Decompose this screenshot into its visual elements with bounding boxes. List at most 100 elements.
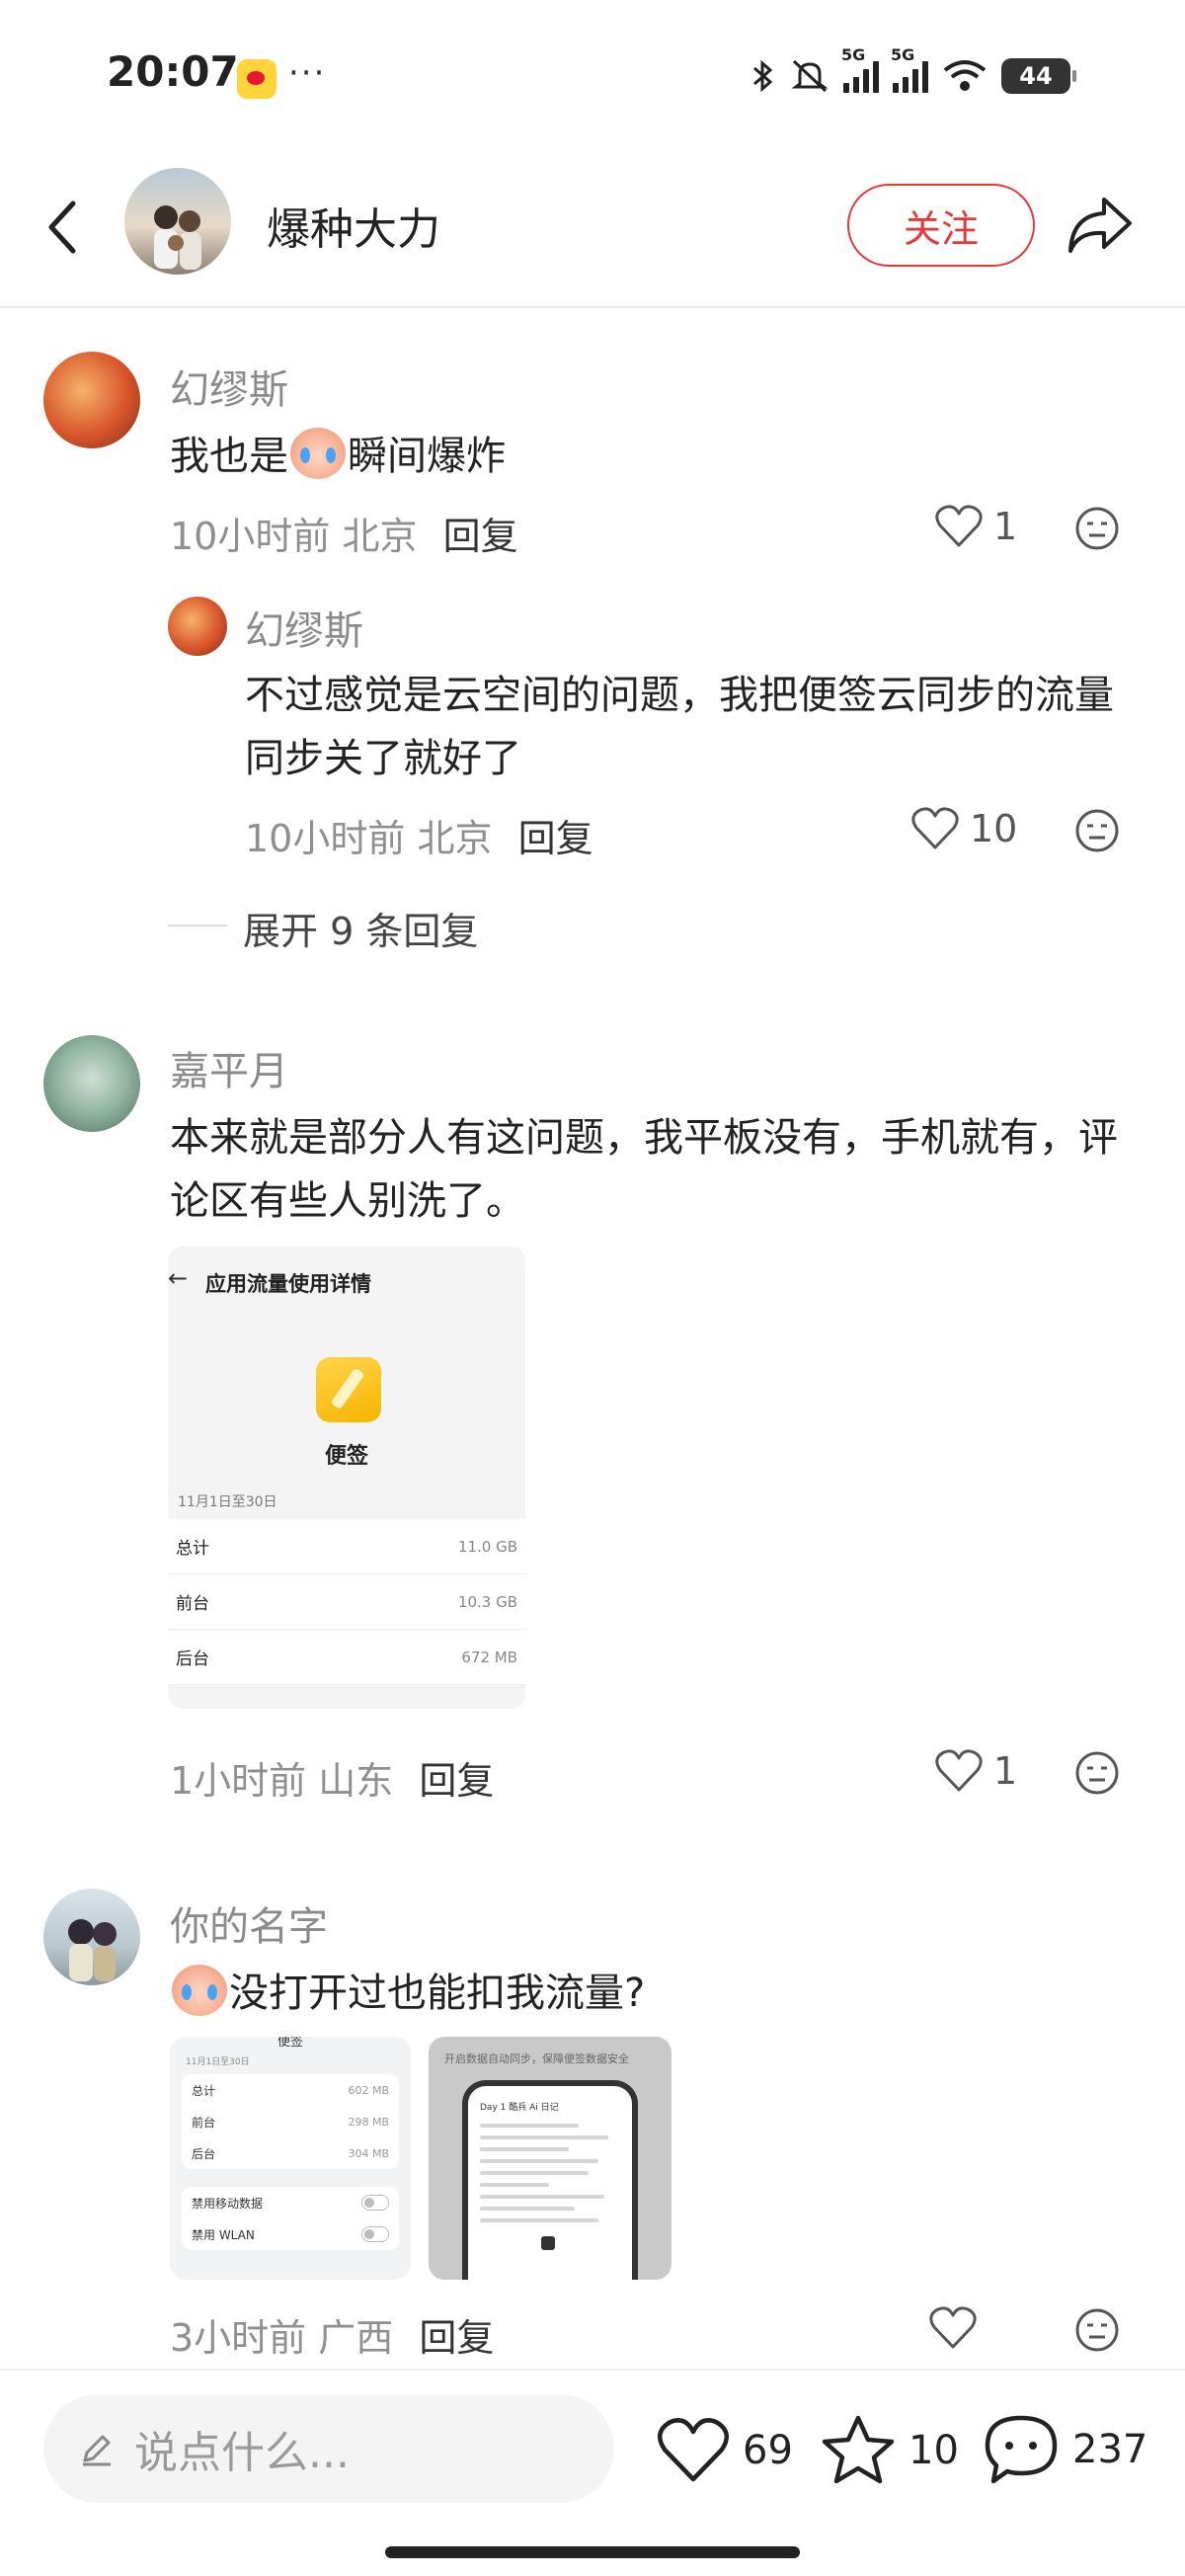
home-indicator[interactable] [385,2546,800,2558]
usage-row: 后台 304 MB [192,2146,389,2161]
commenter-name[interactable]: 嘉平月 [170,1039,288,1096]
notes-app-icon [316,1357,381,1422]
comment-meta: 3小时前 广西 回复 [170,2307,494,2362]
status-time: 20:07 [107,47,239,96]
phone-button-icon [541,2236,555,2250]
image-date-range: 11月1日至30日 [186,2057,250,2067]
commenter-name[interactable]: 你的名字 [170,1894,328,1952]
neutral-face-icon [1075,1751,1119,1795]
neutral-face-icon [1075,809,1119,852]
reply-meta: 10小时前 北京 回复 [245,808,593,862]
neutral-face-icon [1075,2308,1119,2352]
comment-location: 广西 [318,2316,394,2360]
reply-avatar[interactable] [168,597,227,656]
share-button[interactable] [1065,192,1136,259]
heart-icon [657,2418,730,2482]
heart-icon [911,807,959,849]
expand-divider [168,925,227,926]
image-header: 便签 [276,2037,303,2050]
phone-heading: Day 1 酷兵 Ai 日记 [480,2103,559,2113]
comment-input[interactable]: 说点什么... [43,2394,614,2503]
usage-row: 总计 602 MB [192,2083,389,2098]
author-name[interactable]: 爆种大力 [267,194,440,257]
comment-meta: 1小时前 山东 回复 [170,1750,494,1805]
commenter-avatar[interactable] [43,352,140,448]
comment-text: 本来就是部分人有这问题，我平板没有，手机就有，评论区有些人别洗了。 [170,1115,1118,1224]
reply-button[interactable]: 回复 [518,817,593,860]
expand-replies-button[interactable]: 展开 9 条回复 [243,901,478,955]
heart-icon [929,2306,977,2349]
comment-location: 山东 [318,1759,394,1803]
usage-row: 总计 11.0 GB [168,1519,525,1574]
like-count: 10 [970,807,1018,850]
reply-button[interactable]: 回复 [419,1759,494,1803]
heart-icon [935,505,983,547]
bluetooth-icon [753,59,773,93]
comment-time: 10小时前 [170,515,331,558]
comment-text-part: 瞬间爆炸 [348,434,506,479]
comment-location: 北京 [342,515,418,558]
post-like-count: 69 [743,2428,793,2473]
toggle-row: 禁用 WLAN [182,2218,399,2250]
more-options-button[interactable] [1074,808,1120,857]
image-usage-card: 总计 602 MB 前台 298 MB 后台 304 MB [182,2074,399,2169]
image-title: 应用流量使用详情 [205,1272,371,1296]
toggle-switch [361,2226,389,2242]
crying-emoji-icon [172,1965,227,2016]
back-icon [48,201,76,254]
comment-bubble-icon [985,2415,1058,2484]
toggle-row: 禁用移动数据 [182,2187,399,2218]
usage-row: 前台 298 MB [192,2115,389,2130]
favorite-button[interactable]: 10 [820,2414,959,2487]
wifi-icon [943,60,987,91]
comment-like-button[interactable]: 1 [934,1748,1017,1794]
comment-like-button[interactable]: 1 [934,504,1017,549]
reply-like-button[interactable]: 10 [910,806,1017,851]
comment-like-button[interactable] [928,2305,988,2351]
comment-count: 237 [1072,2427,1148,2472]
image-usage-table: 总计 11.0 GB 前台 10.3 GB 后台 672 MB [168,1519,525,1685]
signal-icon: 5G [841,45,879,93]
more-options-button[interactable] [1074,2307,1120,2357]
pencil-icon [83,2435,111,2466]
image-toggle-card: 禁用移动数据 禁用 WLAN [182,2187,399,2250]
favorite-count: 10 [908,2428,959,2473]
reply-username[interactable]: 幻缪斯 [245,599,363,656]
reply-button[interactable]: 回复 [443,515,518,558]
post-like-button[interactable]: 69 [656,2416,793,2485]
comments-button[interactable]: 237 [982,2412,1147,2487]
back-arrow-icon: ← [168,1264,189,1292]
commenter-avatar[interactable] [43,1889,140,1985]
comment-text-part: 我也是 [170,434,288,479]
signal-icon-2: 5G [891,45,928,93]
status-icons: 5G 5G 44 [750,45,1076,99]
battery-icon: 44 [1001,58,1076,94]
reply-button[interactable]: 回复 [419,2316,494,2360]
commenter-avatar[interactable] [43,1035,140,1132]
share-icon [1068,198,1132,253]
more-options-button[interactable] [1074,1750,1120,1800]
comment-text: 没打开过也能扣我流量? [170,1962,645,2025]
reply-time: 10小时前 [245,817,406,860]
usage-row: 后台 672 MB [168,1630,525,1685]
reply-text: 不过感觉是云空间的问题，我把便签云同步的流量同步关了就好了 [245,673,1114,781]
follow-button[interactable]: 关注 [847,184,1035,267]
author-avatar[interactable] [124,168,231,275]
comment-image[interactable]: 便签 11月1日至30日 总计 602 MB 前台 298 MB 后台 304 MB … [170,2037,411,2280]
like-count: 1 [993,505,1018,548]
heart-icon [935,1749,983,1792]
comment-image[interactable]: ← 应用流量使用详情 便签 11月1日至30日 总计 11.0 GB 前台 10.3… [168,1247,525,1709]
more-options-button[interactable] [1074,506,1120,555]
bottom-divider [0,2369,1185,2371]
image-date-range: 11月1日至30日 [178,1494,277,1510]
commenter-name[interactable]: 幻缪斯 [170,358,288,415]
reply-location: 北京 [417,817,493,860]
comment-time: 1小时前 [170,1759,307,1803]
back-button[interactable] [36,188,95,267]
image-app-name: 便签 [324,1444,368,1469]
comment-image[interactable]: 开启数据自动同步，保障便签数据安全 Day 1 酷兵 Ai 日记 [429,2037,672,2280]
crying-emoji-icon [290,428,346,479]
comment-text: 我也是 瞬间爆炸 [170,425,506,488]
toggle-switch [361,2195,389,2211]
neutral-face-icon [1075,507,1119,550]
